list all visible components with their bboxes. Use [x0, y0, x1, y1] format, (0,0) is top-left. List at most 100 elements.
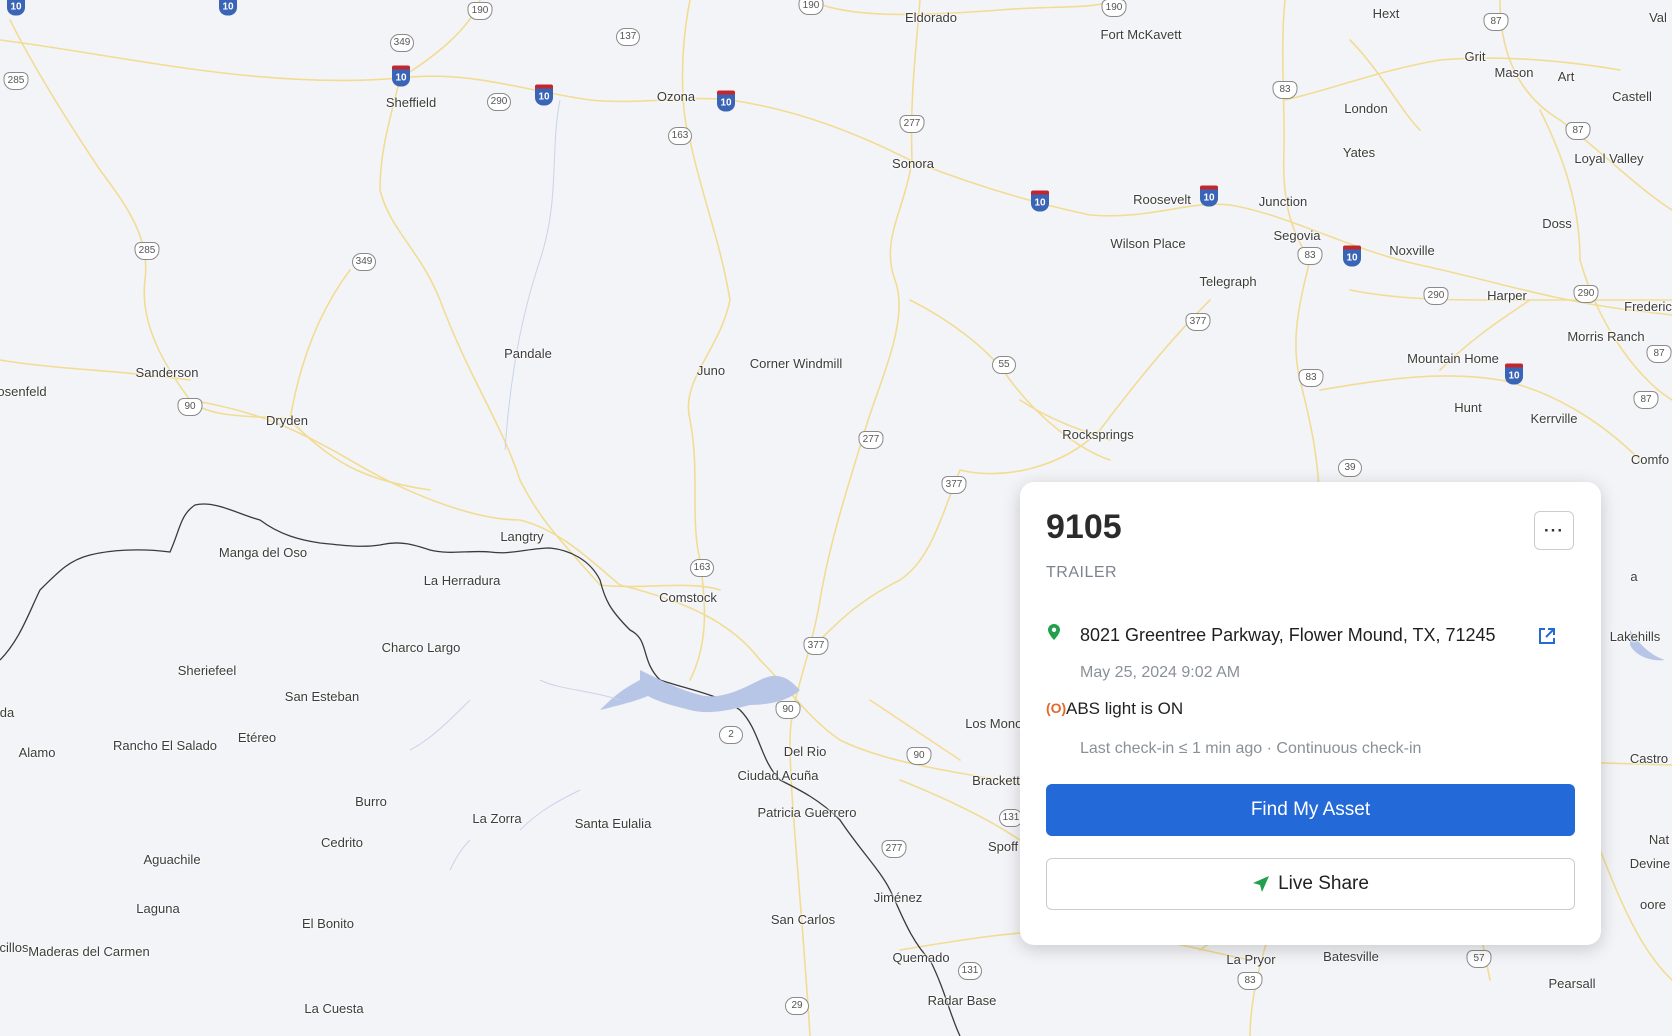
us-highway-shield: 90 — [906, 747, 932, 765]
state-highway-shield: 290 — [487, 93, 511, 111]
place-label: Ciudad Acuña — [737, 768, 819, 783]
place-label: Pearsall — [1548, 976, 1596, 991]
place-label: Frederic — [1624, 299, 1672, 314]
place-label: Morris Ranch — [1567, 329, 1645, 344]
us-highway-shield: 277 — [858, 431, 884, 449]
us-highway-shield: 377 — [941, 476, 967, 494]
us-highway-shield: 83 — [1237, 972, 1263, 990]
us-highway-shield: 190 — [1101, 0, 1127, 17]
state-highway-shield: 137 — [616, 28, 640, 46]
place-label: El Bonito — [301, 916, 355, 931]
asset-id: 9105 — [1046, 508, 1122, 546]
interstate-shield: 10 — [1505, 363, 1523, 385]
interstate-shield: 10 — [1031, 190, 1049, 212]
place-label: Mountain Home — [1407, 351, 1499, 366]
us-highway-shield: 90 — [775, 701, 801, 719]
place-label: Castro — [1629, 751, 1669, 766]
place-label: Telegraph — [1199, 274, 1257, 289]
us-highway-shield: 277 — [899, 115, 925, 133]
place-label: Sonora — [892, 156, 934, 171]
us-highway-shield: 87 — [1483, 13, 1509, 31]
us-highway-shield: 190 — [467, 2, 493, 20]
place-label: Maderas del Carmen — [28, 944, 150, 959]
place-label: London — [1344, 101, 1388, 116]
place-label: Corner Windmill — [749, 356, 843, 371]
more-options-button[interactable]: ··· — [1534, 511, 1574, 550]
interstate-shield: 10 — [535, 84, 553, 106]
place-label: Jiménez — [873, 890, 923, 905]
place-label: Langtry — [500, 529, 544, 544]
interstate-shield: 10 — [1200, 185, 1218, 207]
external-link-icon[interactable] — [1537, 626, 1557, 646]
place-label: Quemado — [892, 950, 950, 965]
place-label: Sheffield — [385, 95, 437, 110]
asset-timestamp: May 25, 2024 9:02 AM — [1080, 664, 1241, 681]
navigation-arrow-icon — [1253, 876, 1270, 892]
place-label: Val — [1649, 10, 1667, 25]
place-label: Kerrville — [1530, 411, 1578, 426]
interstate-shield: 10 — [717, 90, 735, 112]
place-label: Harper — [1487, 288, 1527, 303]
place-label: Grit — [1464, 49, 1486, 64]
state-highway-shield: 349 — [390, 34, 414, 52]
place-label: Mason — [1494, 65, 1534, 80]
us-highway-shield: 83 — [1297, 247, 1323, 265]
place-label: Rocksprings — [1062, 427, 1134, 442]
interstate-shield: 10 — [7, 0, 25, 16]
place-label: Hext — [1372, 6, 1400, 21]
place-label: Art — [1557, 69, 1575, 84]
place-label: Doss — [1542, 216, 1572, 231]
interstate-shield: 10 — [1343, 245, 1361, 267]
place-label: Noxville — [1389, 243, 1435, 258]
place-label: Aguachile — [143, 852, 201, 867]
place-label: Wilson Place — [1110, 236, 1186, 251]
interstate-shield: 10 — [219, 0, 237, 16]
place-label: Ozona — [656, 89, 696, 104]
place-label: a — [1630, 569, 1638, 584]
find-my-asset-button[interactable]: Find My Asset — [1046, 784, 1575, 836]
place-label: Burro — [355, 794, 387, 809]
place-label: Nat — [1648, 832, 1670, 847]
place-label: Charco Largo — [381, 640, 461, 655]
state-highway-shield: 163 — [668, 127, 692, 145]
us-highway-shield: 285 — [3, 72, 29, 90]
place-label: Eldorado — [904, 10, 958, 25]
place-label: Sanderson — [135, 365, 199, 380]
state-highway-shield: 55 — [992, 356, 1016, 374]
place-label: Santa Eulalia — [574, 816, 652, 831]
us-highway-shield: 377 — [1185, 313, 1211, 331]
place-label: Radar Base — [927, 993, 997, 1008]
us-highway-shield: 83 — [1298, 369, 1324, 387]
place-label: Cedrito — [321, 835, 363, 850]
place-label: Segovia — [1273, 228, 1321, 243]
place-label: Devine — [1629, 856, 1671, 871]
place-label: da — [0, 705, 15, 720]
us-highway-shield: 57 — [1466, 950, 1492, 968]
place-label: Fort McKavett — [1100, 27, 1182, 42]
place-label: Hunt — [1454, 400, 1482, 415]
place-label: Juno — [696, 363, 726, 378]
us-highway-shield: 377 — [803, 637, 829, 655]
state-highway-shield: 2 — [719, 726, 743, 744]
place-label: Spoff — [987, 839, 1019, 854]
us-highway-shield: 277 — [881, 840, 907, 858]
us-highway-shield: 87 — [1646, 345, 1672, 363]
place-label: Etéreo — [237, 730, 277, 745]
live-share-button[interactable]: Live Share — [1046, 858, 1575, 910]
state-highway-shield: 29 — [785, 997, 809, 1015]
place-label: Loyal Valley — [1574, 151, 1644, 166]
place-label: Sheriefeel — [177, 663, 237, 678]
state-highway-shield: 131 — [958, 962, 982, 980]
place-label: Manga del Oso — [218, 545, 308, 560]
place-label: osenfeld — [0, 384, 47, 399]
us-highway-shield: 87 — [1565, 122, 1591, 140]
location-pin-icon — [1048, 624, 1060, 640]
us-highway-shield: 90 — [177, 398, 203, 416]
place-label: La Cuesta — [304, 1001, 364, 1016]
state-highway-shield: 163 — [690, 559, 714, 577]
place-label: Comfo — [1630, 452, 1670, 467]
place-label: Del Rio — [783, 744, 827, 759]
live-share-label: Live Share — [1278, 873, 1369, 894]
place-label: Dryden — [266, 413, 308, 428]
place-label: Yates — [1342, 145, 1376, 160]
